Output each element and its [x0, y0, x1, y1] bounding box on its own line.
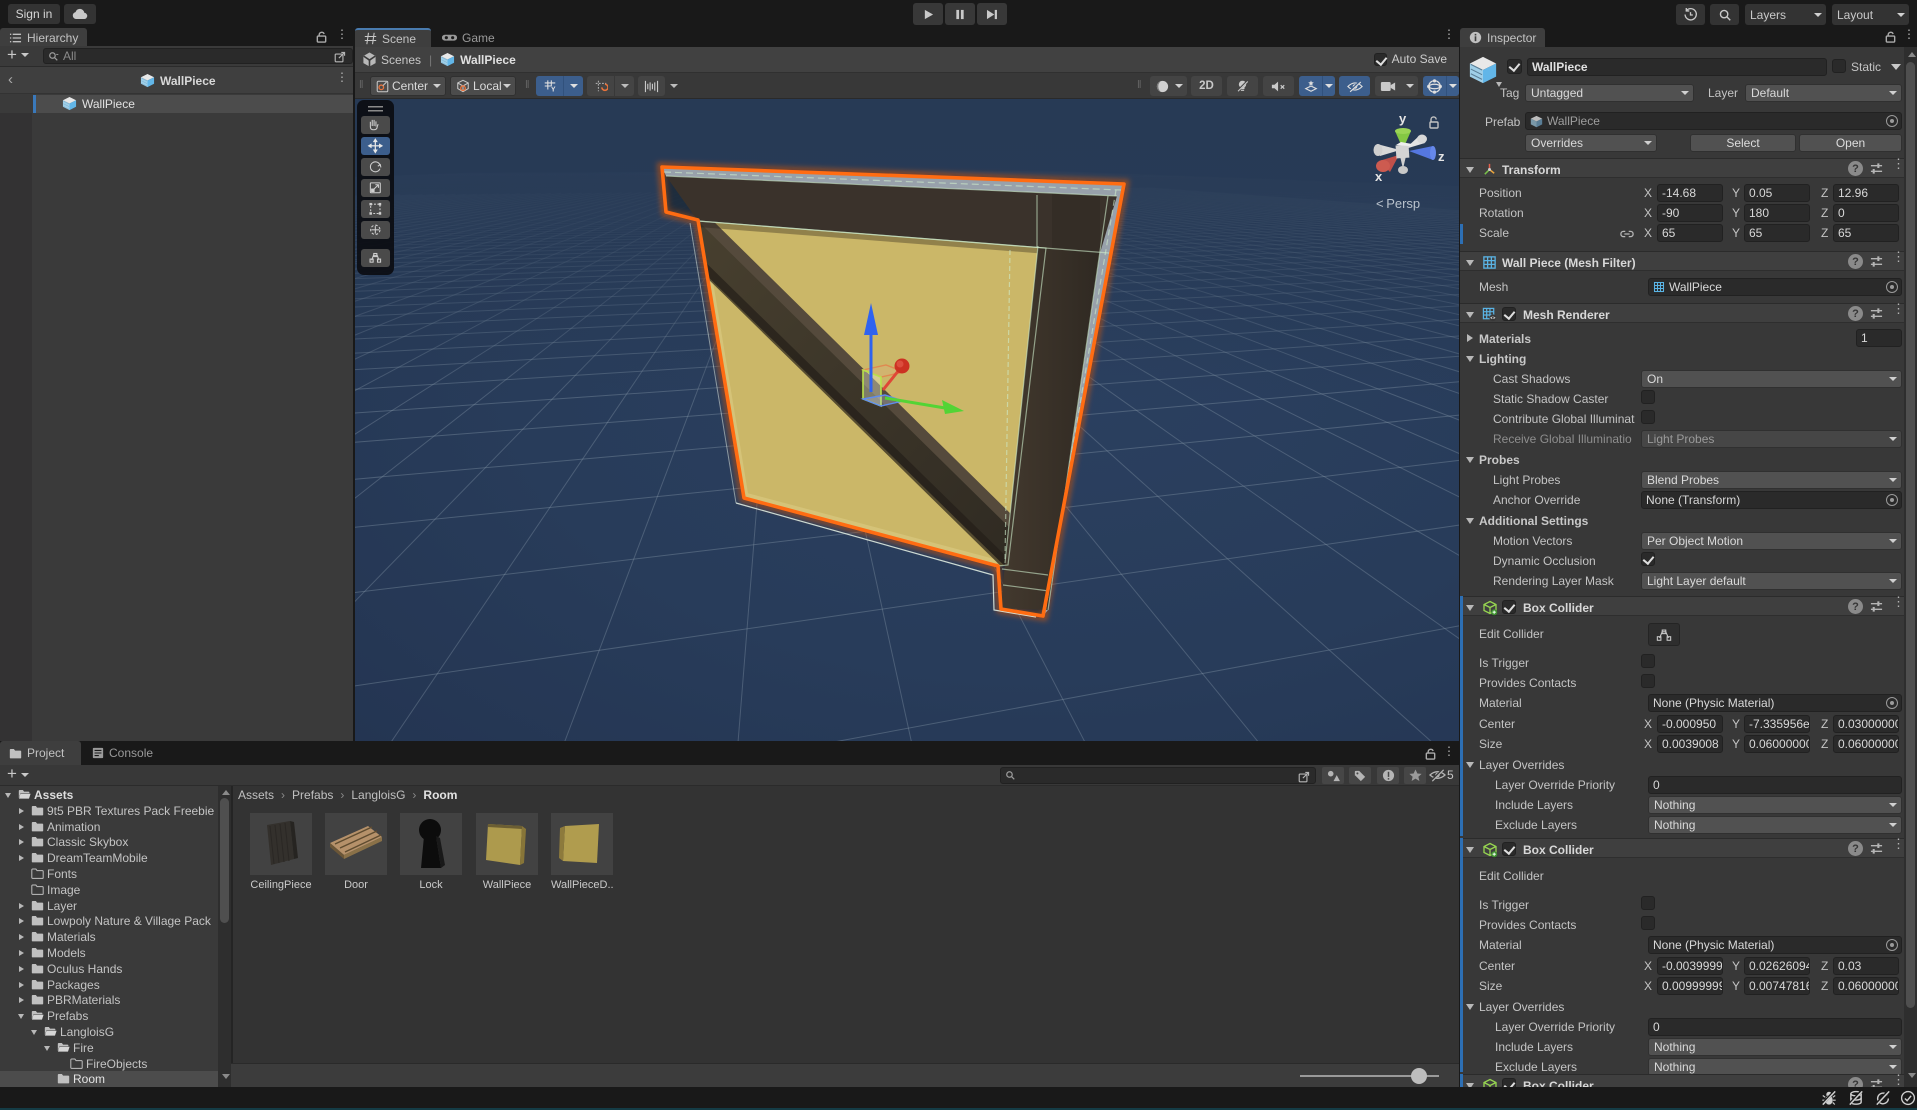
svg-text:x: x [1375, 169, 1383, 184]
svg-text:y: y [1399, 111, 1407, 126]
svg-text:z: z [1438, 149, 1445, 164]
svg-text:Y: Y [550, 87, 555, 93]
svg-text:< Persp: < Persp [1376, 196, 1420, 211]
